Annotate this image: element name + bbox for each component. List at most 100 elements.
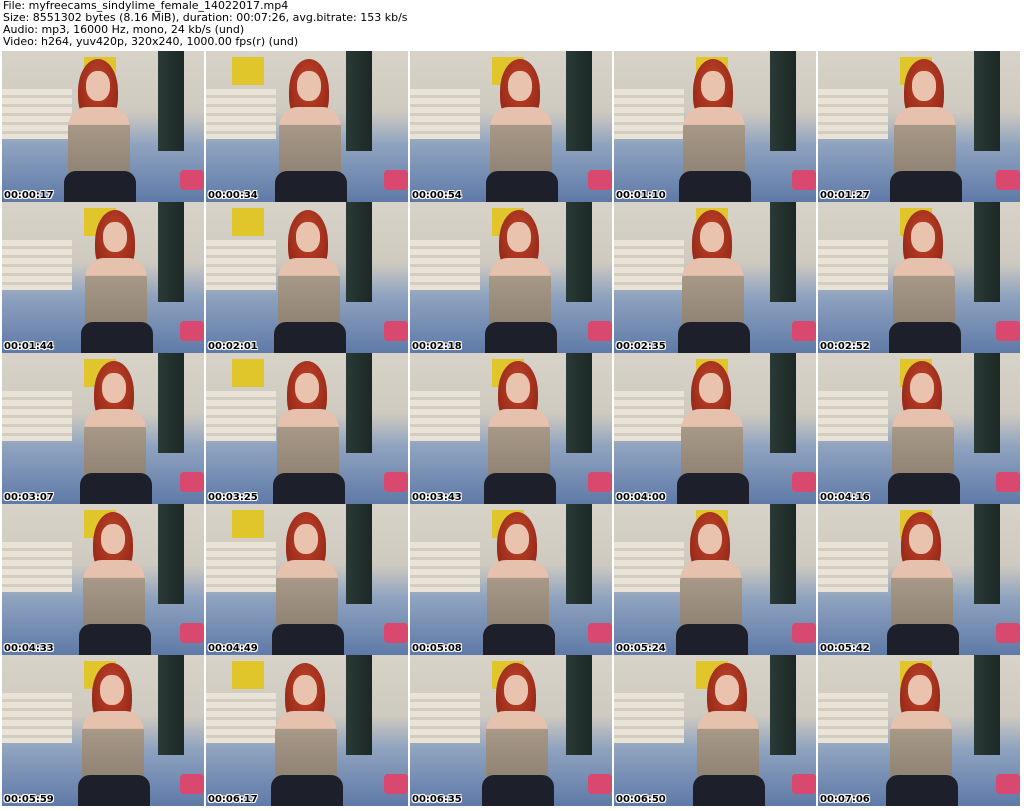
video-thumbnail[interactable]: 00:02:35 [614,202,816,353]
figure-face [507,222,531,252]
figure-legs [273,473,345,504]
video-thumbnail[interactable]: 00:04:49 [206,504,408,655]
figure-body [489,258,551,328]
video-thumbnail[interactable]: 00:01:10 [614,51,816,202]
yellow-wall-shape [232,510,264,538]
figure-face [909,524,933,554]
bedpost-shape [346,655,372,755]
figure-legs [483,624,555,655]
person-figure [79,512,151,655]
bedpost-shape [346,51,372,151]
headboard-shape [614,240,684,290]
video-thumbnail[interactable]: 00:03:43 [410,353,612,504]
figure-legs [274,322,346,353]
figure-body [275,711,337,781]
bedpost-shape [566,202,592,302]
figure-legs [887,624,959,655]
figure-legs [64,171,136,202]
pillow-shape [180,170,204,190]
figure-body [85,258,147,328]
person-figure [889,210,961,353]
pillow-shape [996,774,1020,794]
video-thumbnail[interactable]: 00:04:00 [614,353,816,504]
video-thumbnail[interactable]: 00:00:34 [206,51,408,202]
bedpost-shape [346,202,372,302]
video-thumbnail[interactable]: 00:04:33 [2,504,204,655]
person-figure [887,512,959,655]
bedpost-shape [566,353,592,453]
video-thumbnail[interactable]: 00:00:54 [410,51,612,202]
headboard-shape [2,693,72,743]
video-thumbnail[interactable]: 00:04:16 [818,353,1020,504]
thumbnail-timestamp: 00:00:54 [412,190,462,201]
pillow-shape [180,472,204,492]
figure-body [68,107,130,177]
video-thumbnail[interactable]: 00:00:17 [2,51,204,202]
figure-legs [484,473,556,504]
video-thumbnail[interactable]: 00:06:50 [614,655,816,806]
person-figure [886,663,958,806]
video-thumbnail[interactable]: 00:03:25 [206,353,408,504]
figure-face [103,222,127,252]
figure-legs [679,171,751,202]
video-thumbnail[interactable]: 00:02:52 [818,202,1020,353]
headboard-shape [818,89,888,139]
pillow-shape [384,321,408,341]
figure-face [700,222,724,252]
person-figure [275,59,347,202]
headboard-shape [410,542,480,592]
figure-face [699,373,723,403]
video-thumbnail[interactable]: 00:07:06 [818,655,1020,806]
pillow-shape [996,472,1020,492]
figure-legs [80,473,152,504]
headboard-shape [614,693,684,743]
thumbnail-timestamp: 00:04:16 [820,492,870,503]
video-thumbnail[interactable]: 00:01:27 [818,51,1020,202]
figure-legs [78,775,150,806]
video-thumbnail[interactable]: 00:02:01 [206,202,408,353]
video-thumbnail[interactable]: 00:06:35 [410,655,612,806]
pillow-shape [180,321,204,341]
headboard-shape [818,542,888,592]
headboard-shape [2,542,72,592]
video-thumbnail[interactable]: 00:05:08 [410,504,612,655]
figure-body [486,711,548,781]
figure-face [294,524,318,554]
person-figure [890,59,962,202]
person-figure [273,361,345,504]
figure-face [910,373,934,403]
person-figure [64,59,136,202]
video-thumbnail[interactable]: 00:01:44 [2,202,204,353]
figure-body [83,560,145,630]
video-thumbnail[interactable]: 00:05:42 [818,504,1020,655]
headboard-shape [818,391,888,441]
bedpost-shape [566,51,592,151]
figure-face [698,524,722,554]
figure-legs [676,624,748,655]
thumbnail-timestamp: 00:02:01 [208,341,258,352]
bedpost-shape [158,504,184,604]
pillow-shape [588,623,612,643]
video-thumbnail[interactable]: 00:05:24 [614,504,816,655]
video-thumbnail[interactable]: 00:06:17 [206,655,408,806]
figure-body [488,409,550,479]
video-thumbnail[interactable]: 00:02:18 [410,202,612,353]
figure-face [504,675,528,705]
bedpost-shape [974,202,1000,302]
figure-face [911,222,935,252]
figure-body [278,258,340,328]
pillow-shape [588,321,612,341]
bedpost-shape [158,51,184,151]
video-line: Video: h264, yuv420p, 320x240, 1000.00 f… [3,35,299,48]
thumbnail-timestamp: 00:06:50 [616,794,666,805]
pillow-shape [996,623,1020,643]
video-thumbnail[interactable]: 00:05:59 [2,655,204,806]
bedpost-shape [158,655,184,755]
figure-body [276,560,338,630]
pillow-shape [588,472,612,492]
figure-legs [890,171,962,202]
headboard-shape [2,89,72,139]
video-thumbnail[interactable]: 00:03:07 [2,353,204,504]
figure-legs [81,322,153,353]
pillow-shape [996,170,1020,190]
